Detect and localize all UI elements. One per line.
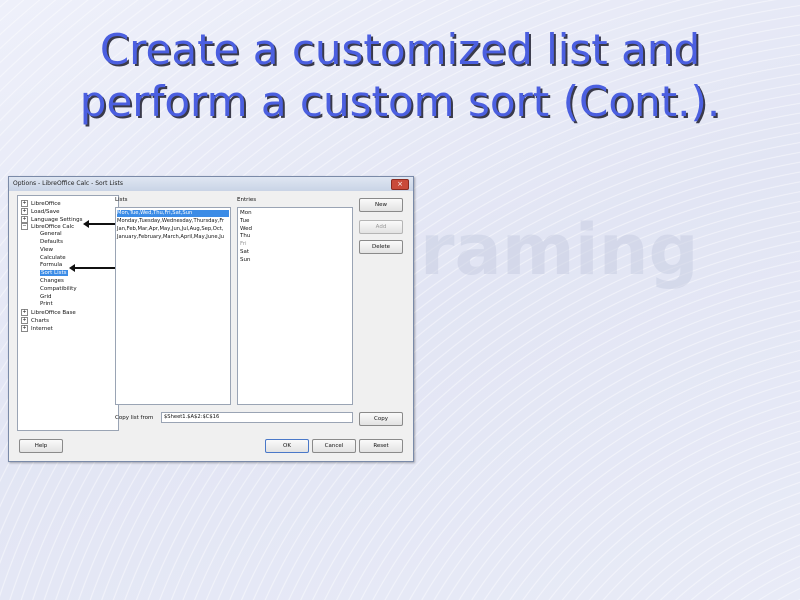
entry-item: Sat	[240, 249, 250, 255]
entries-label: Entries	[237, 197, 257, 203]
tree-item[interactable]: Calculate	[40, 255, 66, 262]
expand-icon[interactable]: +	[21, 324, 28, 332]
tree-item-label: Calculate	[40, 254, 66, 261]
tree-item[interactable]: + Charts	[21, 317, 49, 325]
tree-item[interactable]: + LibreOffice	[21, 200, 61, 208]
tree-item[interactable]: + LibreOffice Base	[21, 309, 76, 317]
tree-item-label: General	[40, 231, 62, 238]
tree-item-label: Sort Lists	[40, 270, 68, 277]
tree-item-label: Defaults	[40, 239, 63, 245]
entry-item: Thu	[240, 233, 251, 240]
dialog-titlebar: Options - LibreOffice Calc - Sort Lists …	[9, 177, 413, 191]
tree-item-label: Formula	[40, 262, 63, 269]
delete-button[interactable]: Delete	[359, 240, 403, 254]
tree-item[interactable]: Grid	[40, 294, 52, 301]
expand-icon[interactable]: +	[21, 200, 28, 207]
tree-item-label: Charts	[31, 318, 49, 324]
tree-item-label: Load/Save	[31, 208, 60, 215]
tree-item-label: Compatibility	[40, 285, 77, 292]
tree-item[interactable]: Changes	[40, 278, 64, 285]
ok-button[interactable]: OK	[265, 439, 309, 453]
copy-from-label: Copy list from	[115, 415, 154, 421]
tree-item-label: Changes	[40, 278, 64, 284]
expand-icon[interactable]: +	[21, 207, 28, 215]
tree-item[interactable]: + Internet	[21, 324, 53, 333]
add-button[interactable]: Add	[359, 220, 403, 234]
tree-item[interactable]: + Language Settings	[21, 215, 83, 224]
sort-lists-dialog: Options - LibreOffice Calc - Sort Lists …	[8, 176, 414, 462]
reset-button[interactable]: Reset	[359, 439, 403, 453]
help-button[interactable]: Help	[19, 439, 63, 453]
tree-item-label: Print	[40, 301, 53, 308]
tree-item-label: LibreOffice Base	[31, 310, 76, 317]
expand-icon[interactable]: +	[21, 309, 28, 317]
list-item[interactable]: January,February,March,April,May,June,Ju	[117, 234, 229, 241]
dialog-title: Options - LibreOffice Calc - Sort Lists	[13, 180, 124, 187]
options-tree: + LibreOffice + Load/Save + Language Settings…	[17, 195, 119, 431]
background-watermark: raming	[420, 209, 699, 291]
tree-item-label: Internet	[31, 325, 53, 332]
entry-item: Tue	[240, 217, 250, 224]
tree-item[interactable]: View	[40, 247, 53, 254]
tree-item[interactable]: Compatibility	[40, 286, 77, 293]
lists-label: Lists	[115, 197, 128, 203]
tree-item-label: Grid	[40, 293, 52, 300]
expand-icon[interactable]: +	[21, 215, 28, 223]
close-button[interactable]: ×	[391, 179, 409, 190]
tree-item-label: View	[40, 246, 54, 253]
tree-item-label: LibreOffice Calc	[31, 224, 75, 231]
list-item[interactable]: Monday,Tuesday,Wednesday,Thursday,Fr	[117, 218, 229, 225]
new-button[interactable]: New	[359, 198, 403, 212]
lists-listbox[interactable]: Mon,Tue,Wed,Thu,Fri,Sat,Sun Monday,Tuesda…	[115, 207, 231, 405]
expand-icon[interactable]: +	[21, 317, 28, 324]
tree-item[interactable]: Print	[40, 301, 53, 308]
tree-item-label: Language Settings	[31, 216, 83, 223]
list-item[interactable]: Jan,Feb,Mar,Apr,May,Jun,Jul,Aug,Sep,Oct,	[117, 226, 229, 233]
tree-item[interactable]: Sort Lists	[40, 270, 68, 277]
entry-item: Mon	[240, 210, 252, 216]
tree-item[interactable]: General	[40, 231, 62, 238]
entry-item: Sun	[240, 256, 251, 263]
tree-item[interactable]: Defaults	[40, 239, 63, 246]
copy-button[interactable]: Copy	[359, 412, 403, 426]
tree-item-label: LibreOffice	[31, 201, 61, 207]
copy-from-field[interactable]: $Sheet1.$A$2:$C$16	[161, 412, 353, 423]
slide-title: Create a customized list and perform a c…	[79, 25, 721, 126]
entry-item: Fri	[240, 241, 247, 248]
tree-item[interactable]: Formula	[40, 262, 62, 269]
arrow-to-sort-lists	[69, 264, 117, 272]
tree-item[interactable]: − LibreOffice Calc	[21, 223, 74, 231]
collapse-icon[interactable]: −	[21, 223, 28, 231]
tree-item[interactable]: + Load/Save	[21, 207, 60, 216]
entries-listbox[interactable]: Mon Tue Wed Thu Fri Sat Sun	[237, 207, 353, 405]
cancel-button[interactable]: Cancel	[312, 439, 356, 453]
arrow-to-calc	[83, 220, 117, 228]
entry-item: Wed	[240, 225, 252, 232]
list-item[interactable]: Mon,Tue,Wed,Thu,Fri,Sat,Sun	[117, 210, 229, 217]
